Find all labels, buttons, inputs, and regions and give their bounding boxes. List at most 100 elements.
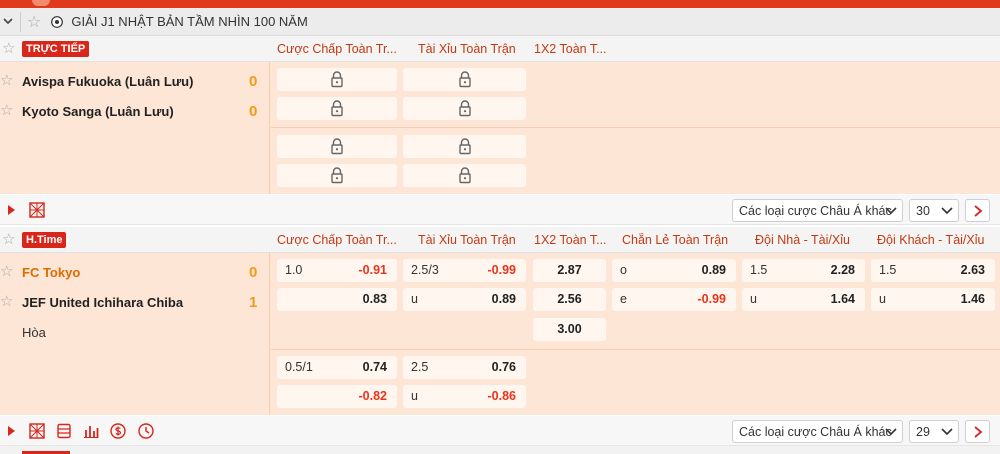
locked-odds-cell <box>403 68 526 91</box>
team-name[interactable]: Avispa Fukuoka (Luân Lưu) <box>22 74 193 89</box>
odds-value: 2.63 <box>960 263 985 277</box>
field-icon[interactable] <box>28 201 46 219</box>
odds-cell[interactable]: u -0.86 <box>403 385 526 408</box>
odds-line: 2.5 <box>411 360 429 374</box>
odds-line: 0.5/1 <box>285 360 313 374</box>
count-select[interactable]: 29 <box>909 420 959 443</box>
odds-line: 1.5 <box>879 263 897 277</box>
list-icon[interactable] <box>55 422 73 440</box>
team-away[interactable]: ☆ Kyoto Sanga (Luân Lưu) 0 <box>0 101 270 121</box>
team-score: 0 <box>249 103 258 120</box>
odds-cell[interactable]: 1.0 -0.91 <box>277 259 397 282</box>
odds-cell[interactable]: u 1.64 <box>742 288 865 311</box>
chevron-right-icon <box>974 205 983 217</box>
odds-cell[interactable]: 2.5/3 -0.99 <box>403 259 526 282</box>
star-icon[interactable]: ☆ <box>0 101 13 119</box>
locked-odds-cell <box>403 135 526 158</box>
odds-cell[interactable]: 2.56 <box>533 288 606 311</box>
odds-line: o <box>620 263 627 277</box>
next-button[interactable] <box>965 199 990 222</box>
odds-value: 0.74 <box>362 360 387 374</box>
odds-line: e <box>620 292 627 306</box>
star-icon[interactable]: ☆ <box>2 39 15 57</box>
odds-line: u <box>411 389 418 403</box>
odds-cell[interactable]: 2.87 <box>533 259 606 282</box>
odds-cell[interactable]: u 0.89 <box>403 288 526 311</box>
lock-icon <box>458 138 471 155</box>
team-home[interactable]: ☆ FC Tokyo 0 <box>0 262 270 282</box>
odds-cell[interactable]: -0.82 <box>277 385 397 408</box>
teams-panel: ☆ FC Tokyo 0 ☆ JEF United Ichihara Chiba… <box>0 253 270 415</box>
match-row: ☆ Avispa Fukuoka (Luân Lưu) 0 ☆ Kyoto Sa… <box>0 62 1000 194</box>
locked-odds-cell <box>277 135 397 158</box>
lock-icon <box>331 138 343 155</box>
odds-cell[interactable]: 0.83 <box>277 288 397 311</box>
divider <box>271 127 1000 128</box>
odds-line: u <box>750 292 757 306</box>
column-header-handicap: Cược Chấp Toàn Tr... <box>277 233 397 247</box>
lock-icon <box>458 100 471 117</box>
league-header[interactable]: ☆ GIẢI J1 NHẬT BẢN TẦM NHÌN 100 NĂM <box>0 8 1000 36</box>
next-button[interactable] <box>965 420 990 443</box>
market-select[interactable]: Các loại cược Châu Á khác <box>732 199 903 222</box>
odds-cell[interactable]: 2.5 0.76 <box>403 356 526 379</box>
odds-cell[interactable]: 1.5 2.28 <box>742 259 865 282</box>
draw-label: Hòa <box>22 325 46 340</box>
odds-value: 2.56 <box>557 292 582 306</box>
odds-value: -0.91 <box>358 263 388 277</box>
team-score: 0 <box>249 73 258 90</box>
play-icon[interactable] <box>2 201 20 219</box>
star-icon[interactable]: ☆ <box>0 71 13 89</box>
market-select[interactable]: Các loại cược Châu Á khác <box>732 420 903 443</box>
chevron-down-icon <box>941 207 953 215</box>
star-icon[interactable]: ☆ <box>0 262 13 280</box>
currency-icon[interactable] <box>109 422 127 440</box>
count-select[interactable]: 30 <box>909 199 959 222</box>
star-icon[interactable]: ☆ <box>0 292 13 310</box>
column-header-overunder: Tài Xỉu Toàn Trận <box>418 42 516 56</box>
team-away[interactable]: ☆ JEF United Ichihara Chiba 1 <box>0 292 270 312</box>
odds-line: 1.5 <box>750 263 768 277</box>
locked-odds-cell <box>403 164 526 187</box>
odds-value: 2.87 <box>557 263 582 277</box>
odds-value: 0.89 <box>491 292 516 306</box>
lock-icon <box>331 71 343 88</box>
odds-cell[interactable]: 3.00 <box>533 318 606 341</box>
odds-cell[interactable]: o 0.89 <box>612 259 736 282</box>
column-header-oddeven: Chẵn Lẻ Toàn Trận <box>622 233 729 247</box>
chevron-down-icon <box>885 207 897 215</box>
odds-value: -0.82 <box>358 389 388 403</box>
league-title: GIẢI J1 NHẬT BẢN TẦM NHÌN 100 NĂM <box>71 14 308 29</box>
locked-odds-cell <box>403 97 526 120</box>
odds-line: u <box>411 292 418 306</box>
brand-nub <box>32 0 50 6</box>
odds-cell[interactable]: e -0.99 <box>612 288 736 311</box>
play-icon[interactable] <box>2 422 20 440</box>
chevron-down-icon[interactable] <box>0 15 16 29</box>
clock-icon[interactable] <box>137 422 155 440</box>
match-footer: Các loại cược Châu Á khác 30 <box>0 195 1000 225</box>
odds-value: 0.76 <box>491 360 516 374</box>
draw-row: Hòa <box>0 322 270 342</box>
locked-odds-cell <box>277 68 397 91</box>
odds-line: 1.0 <box>285 263 303 277</box>
stats-icon[interactable] <box>82 422 100 440</box>
team-name[interactable]: JEF United Ichihara Chiba <box>22 295 183 310</box>
team-name[interactable]: FC Tokyo <box>22 265 80 280</box>
team-home[interactable]: ☆ Avispa Fukuoka (Luân Lưu) 0 <box>0 71 270 91</box>
star-icon[interactable]: ☆ <box>27 12 41 32</box>
field-icon[interactable] <box>28 422 46 440</box>
locked-odds-cell <box>277 164 397 187</box>
odds-cell[interactable]: u 1.46 <box>871 288 995 311</box>
divider <box>271 349 1000 350</box>
odds-cell[interactable]: 1.5 2.63 <box>871 259 995 282</box>
market-select-value: Các loại cược Châu Á khác <box>739 204 892 218</box>
odds-cell[interactable]: 0.5/1 0.74 <box>277 356 397 379</box>
chevron-down-icon <box>885 428 897 436</box>
column-header-away-ou: Đội Khách - Tài/Xỉu <box>877 233 985 247</box>
odds-value: 1.46 <box>960 292 985 306</box>
odds-value: 1.64 <box>830 292 855 306</box>
odds-value: 2.28 <box>830 263 855 277</box>
team-name[interactable]: Kyoto Sanga (Luân Lưu) <box>22 104 174 119</box>
star-icon[interactable]: ☆ <box>2 230 15 248</box>
